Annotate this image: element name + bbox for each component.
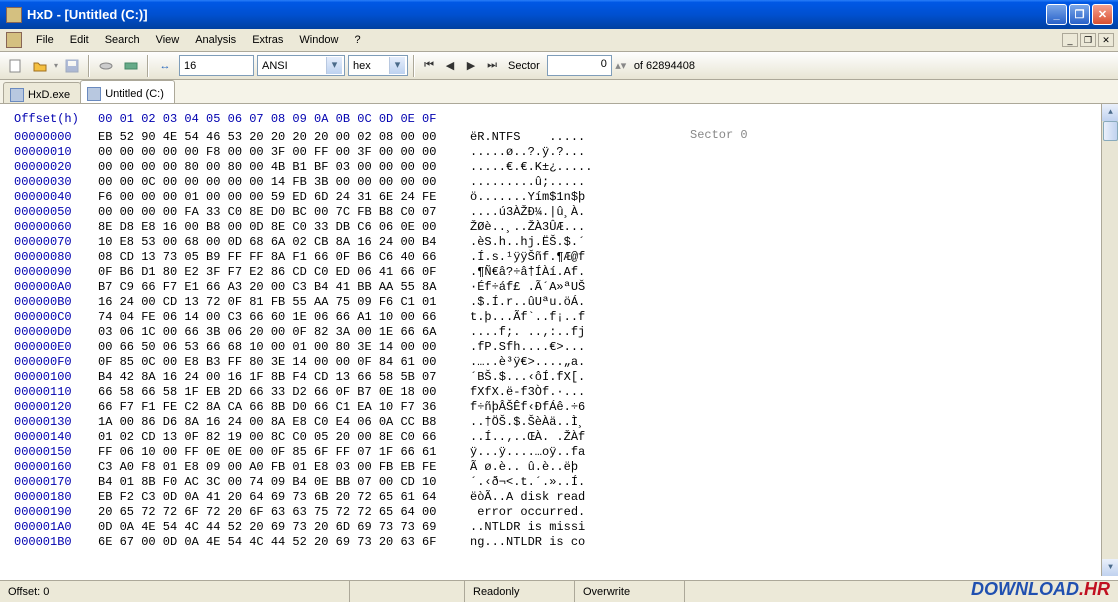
hex-row[interactable]: 0000003000 00 0C 00 00 00 00 00 14 FB 3B… [4,175,1114,190]
hex-row[interactable]: 000000900F B6 D1 80 E2 3F F7 E2 86 CD C0… [4,265,1114,280]
tab-untitled-c[interactable]: Untitled (C:) [80,80,175,103]
mdi-icon [6,32,22,48]
sector-annotation: Sector 0 [690,128,748,143]
sector-total-label: of 62894408 [634,60,695,72]
menu-window[interactable]: Window [291,32,346,48]
hex-row[interactable]: 000000B016 24 00 CD 13 72 0F 81 FB 55 AA… [4,295,1114,310]
hex-row[interactable]: 000000C074 04 FE 06 14 00 C3 66 60 1E 06… [4,310,1114,325]
hex-editor-view[interactable]: Offset(h)00 01 02 03 04 05 06 07 08 09 0… [0,104,1118,576]
save-button[interactable] [61,55,83,77]
sector-label: Sector [508,60,540,72]
hex-row[interactable]: 0000005000 00 00 00 FA 33 C0 8E D0 BC 00… [4,205,1114,220]
hex-row[interactable]: 0000001000 00 00 00 00 F8 00 00 3F 00 FF… [4,145,1114,160]
hex-row[interactable]: 00000100B4 42 8A 16 24 00 16 1F 8B F4 CD… [4,370,1114,385]
menu-analysis[interactable]: Analysis [187,32,244,48]
maximize-button[interactable]: ❐ [1069,4,1090,25]
watermark: DOWNLOAD.HR [971,579,1110,600]
open-button[interactable] [29,55,51,77]
scroll-thumb[interactable] [1103,121,1118,141]
status-readonly: Readonly [465,581,575,602]
bytes-per-row-input[interactable]: 16 [179,55,254,76]
menu-search[interactable]: Search [97,32,148,48]
titlebar: HxD - [Untitled (C:)] _ ❐ ✕ [0,0,1118,29]
vertical-scrollbar[interactable]: ▲ ▼ [1101,104,1118,576]
next-sector-button[interactable]: ▶ [462,57,480,75]
scroll-down-button[interactable]: ▼ [1102,559,1118,576]
mdi-close-button[interactable]: ✕ [1098,33,1114,47]
last-sector-button[interactable]: ⏭ [483,57,501,75]
toolbar: ▾ ↔ 16 ANSI hex ⏮ ◀ ▶ ⏭ Sector 0 ▴▾ of 6… [0,52,1118,80]
menu-help[interactable]: ? [347,32,369,48]
hex-row[interactable]: 0000014001 02 CD 13 0F 82 19 00 8C C0 05… [4,430,1114,445]
status-offset: Offset: 0 [0,581,350,602]
hex-row[interactable]: 000001B06E 67 00 0D 0A 4E 54 4C 44 52 20… [4,535,1114,550]
app-icon [6,7,22,23]
refresh-button[interactable]: ↔ [154,55,176,77]
hex-row[interactable]: 000001A00D 0A 4E 54 4C 44 52 20 69 73 20… [4,520,1114,535]
close-button[interactable]: ✕ [1092,4,1113,25]
hex-header: Offset(h)00 01 02 03 04 05 06 07 08 09 0… [4,112,1114,127]
mdi-minimize-button[interactable]: _ [1062,33,1078,47]
menu-edit[interactable]: Edit [62,32,97,48]
prev-sector-button[interactable]: ◀ [441,57,459,75]
open-disk-button[interactable] [95,55,117,77]
menu-extras[interactable]: Extras [244,32,291,48]
hex-row[interactable]: 0000002000 00 00 00 80 00 80 00 4B B1 BF… [4,160,1114,175]
hex-row[interactable]: 000000A0B7 C9 66 F7 E1 66 A3 20 00 C3 B4… [4,280,1114,295]
hex-row[interactable]: 0000011066 58 66 58 1F EB 2D 66 33 D2 66… [4,385,1114,400]
hex-row[interactable]: 00000150FF 06 10 00 FF 0E 0E 00 0F 85 6F… [4,445,1114,460]
first-sector-button[interactable]: ⏮ [420,57,438,75]
hex-row[interactable]: 000001301A 00 86 D6 8A 16 24 00 8A E8 C0… [4,415,1114,430]
disk-icon [87,87,101,101]
hex-row[interactable]: 0000019020 65 72 72 6F 72 20 6F 63 63 75… [4,505,1114,520]
tab-hxd-exe[interactable]: HxD.exe [3,82,81,103]
open-ram-button[interactable] [120,55,142,77]
scroll-up-button[interactable]: ▲ [1102,104,1118,121]
hex-row[interactable]: 00000170B4 01 8B F0 AC 3C 00 74 09 B4 0E… [4,475,1114,490]
hex-row[interactable]: 00000180EB F2 C3 0D 0A 41 20 64 69 73 6B… [4,490,1114,505]
hex-row[interactable]: 000000D003 06 1C 00 66 3B 06 20 00 0F 82… [4,325,1114,340]
hex-row[interactable]: 000000F00F 85 0C 00 E8 B3 FF 80 3E 14 00… [4,355,1114,370]
hex-row[interactable]: 0000008008 CD 13 73 05 B9 FF FF 8A F1 66… [4,250,1114,265]
hex-row[interactable]: 000000E000 66 50 06 53 66 68 10 00 01 00… [4,340,1114,355]
hex-row[interactable]: 00000000EB 52 90 4E 54 46 53 20 20 20 20… [4,130,1114,145]
window-title: HxD - [Untitled (C:)] [27,7,1046,22]
hex-row[interactable]: 00000040F6 00 00 00 01 00 00 00 59 ED 6D… [4,190,1114,205]
minimize-button[interactable]: _ [1046,4,1067,25]
tabbar: HxD.exe Untitled (C:) [0,80,1118,104]
hex-row[interactable]: 00000160C3 A0 F8 01 E8 09 00 A0 FB 01 E8… [4,460,1114,475]
statusbar: Offset: 0 Readonly Overwrite [0,580,1118,602]
charset-combo[interactable]: ANSI [257,55,345,76]
menu-file[interactable]: File [28,32,62,48]
menubar: File Edit Search View Analysis Extras Wi… [0,29,1118,52]
menu-view[interactable]: View [148,32,188,48]
offset-base-combo[interactable]: hex [348,55,408,76]
status-overwrite: Overwrite [575,581,685,602]
new-button[interactable] [4,55,26,77]
hex-row[interactable]: 000000608E D8 E8 16 00 B8 00 0D 8E C0 33… [4,220,1114,235]
file-icon [10,88,24,102]
hex-row[interactable]: 0000012066 F7 F1 FE C2 8A CA 66 8B D0 66… [4,400,1114,415]
mdi-restore-button[interactable]: ❐ [1080,33,1096,47]
hex-row[interactable]: 0000007010 E8 53 00 68 00 0D 68 6A 02 CB… [4,235,1114,250]
sector-input[interactable]: 0 [547,55,612,76]
